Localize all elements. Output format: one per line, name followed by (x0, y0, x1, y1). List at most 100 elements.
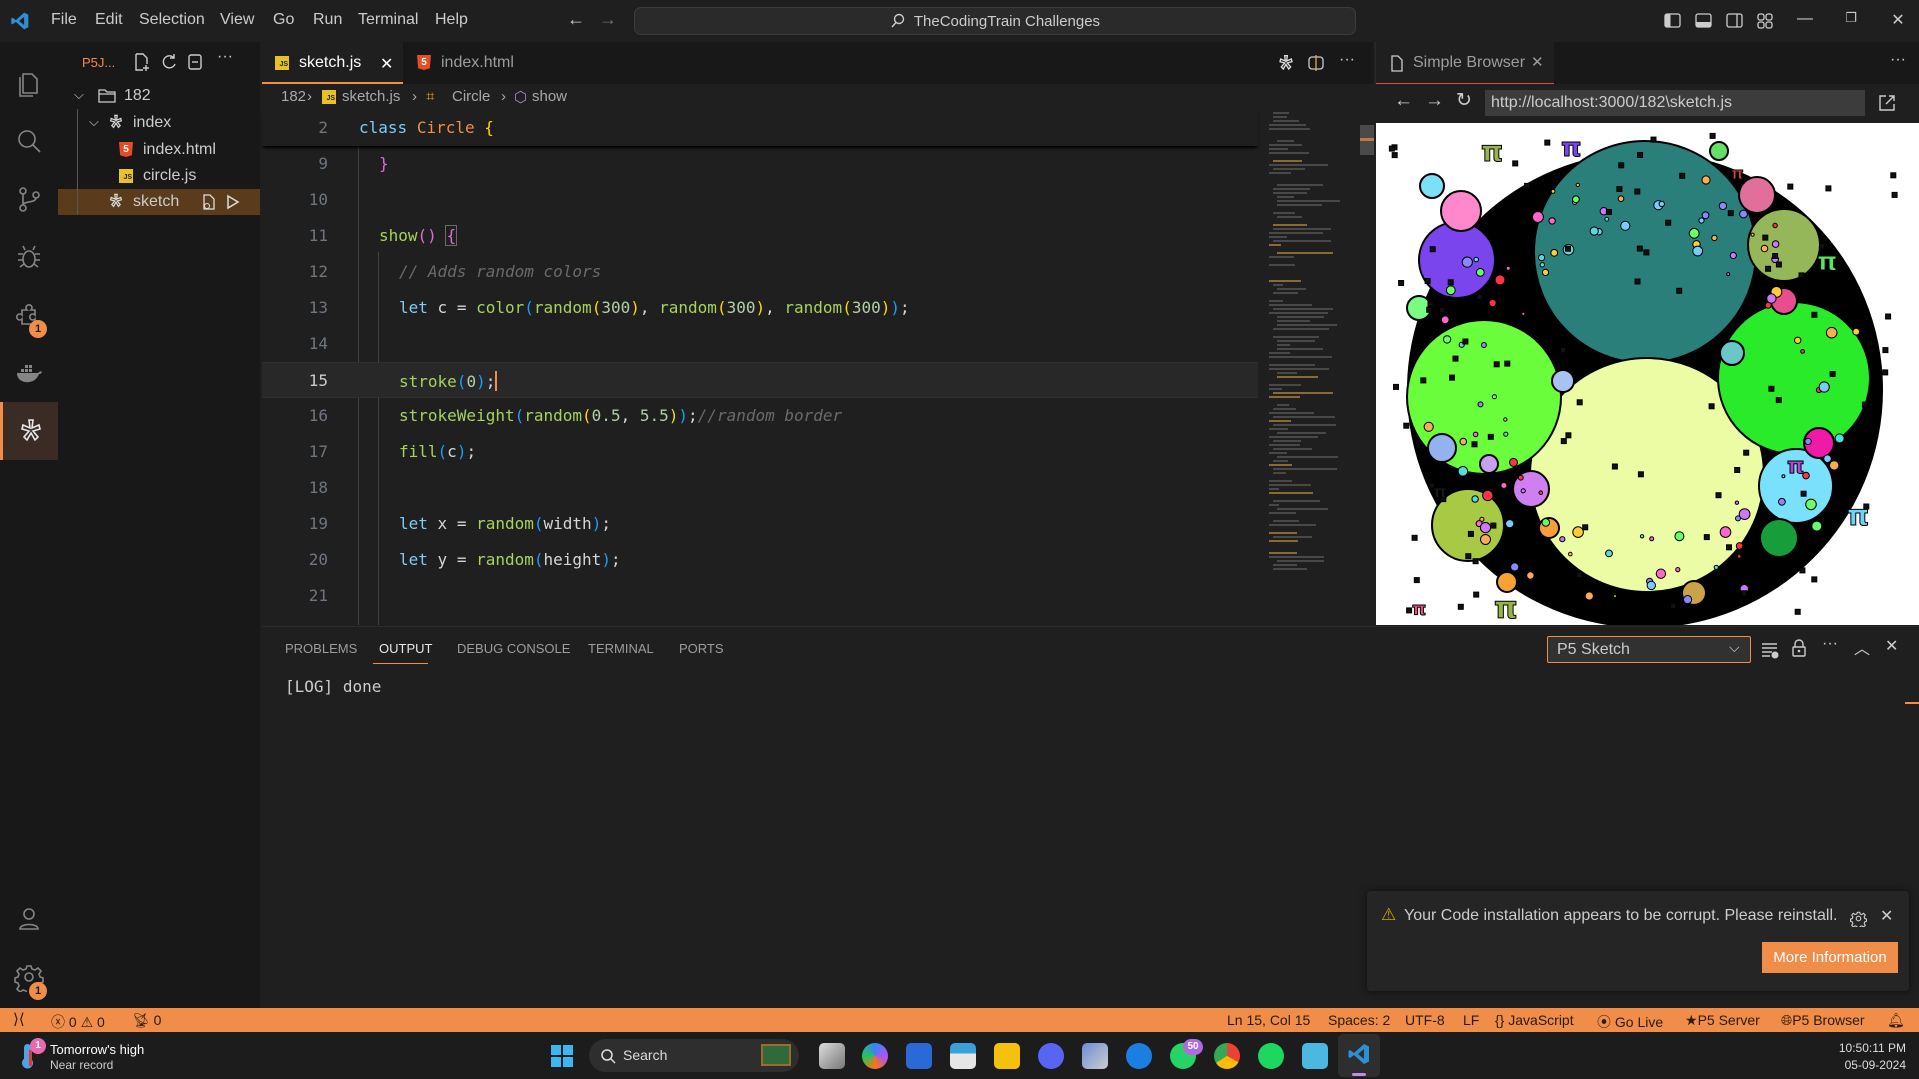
activity-extensions[interactable]: 1 (0, 286, 58, 344)
output-channel-select[interactable]: P5 Sketch ⌵ (1547, 636, 1751, 663)
tree-project-index[interactable]: ⌵ index (58, 110, 260, 136)
taskbar-search[interactable]: Search (589, 1039, 799, 1072)
menu-terminal[interactable]: Terminal (358, 11, 418, 29)
menu-selection[interactable]: Selection (139, 11, 205, 29)
new-file-icon[interactable] (131, 51, 153, 73)
cursor-position[interactable]: Ln 15, Col 15 (1227, 1012, 1310, 1028)
windows-start-icon[interactable] (551, 1045, 573, 1067)
language-mode[interactable]: {} JavaScript (1495, 1012, 1574, 1028)
problems-status[interactable]: ⓧ 0 ⚠ 0 (51, 1012, 105, 1032)
activity-accounts[interactable] (0, 890, 58, 948)
browser-reload-icon[interactable]: ↻ (1456, 89, 1472, 112)
breadcrumb-folder[interactable]: 182 (281, 88, 306, 105)
code-line[interactable]: 11 show() { (262, 218, 1258, 254)
code-editor[interactable]: 2 class Circle { 9 } 10 11 show() { 12 /… (262, 110, 1373, 625)
menu-view[interactable]: View (220, 11, 254, 29)
code-line[interactable]: 13 let c = color(random(300), random(300… (262, 290, 1258, 326)
restore-icon[interactable]: ❐ (1841, 10, 1861, 30)
menu-help[interactable]: Help (435, 11, 468, 29)
close-notification-icon[interactable]: ✕ (1880, 906, 1893, 926)
go-live-button[interactable]: ⦿ Go Live (1597, 1012, 1663, 1032)
printer-icon[interactable] (950, 1043, 976, 1069)
notifications-bell-icon[interactable]: 🔔︎ (1887, 1012, 1905, 1029)
collapse-all-icon[interactable] (185, 51, 207, 73)
clear-output-icon[interactable] (1760, 641, 1780, 659)
activity-search[interactable] (0, 112, 58, 170)
code-line[interactable]: 12 // Adds random colors (262, 254, 1258, 290)
run-sketch-icon[interactable] (226, 194, 240, 210)
nav-forward-icon[interactable]: → (599, 9, 617, 30)
p5-run-icon[interactable] (1276, 53, 1296, 73)
code-line-current[interactable]: 15 stroke(0); (262, 362, 1258, 398)
breadcrumb-file[interactable]: sketch.js (342, 88, 400, 105)
code-line[interactable]: 19 let x = random(width); (262, 506, 1258, 542)
weather-widget[interactable]: 1 Tomorrow's high Near record (20, 1038, 144, 1075)
browser-url-input[interactable] (1485, 90, 1865, 116)
panel-tab-output[interactable]: OUTPUT (379, 641, 432, 656)
task-view-icon[interactable] (819, 1043, 845, 1069)
code-line[interactable]: 14 (262, 326, 1258, 362)
minimize-icon[interactable]: — (1795, 10, 1815, 30)
menu-go[interactable]: Go (273, 11, 294, 29)
copilot-icon[interactable] (862, 1043, 888, 1069)
panel-tab-problems[interactable]: PROBLEMS (285, 641, 357, 656)
tab-sketch-js[interactable]: JS sketch.js ✕ (262, 42, 403, 84)
code-line[interactable]: 18 (262, 470, 1258, 506)
close-panel-icon[interactable]: ✕ (1885, 636, 1898, 656)
menu-file[interactable]: File (51, 11, 77, 29)
ports-status[interactable]: 📡︎ 0 (132, 1012, 161, 1029)
nav-back-icon[interactable]: ← (567, 9, 585, 30)
panel-tab-ports[interactable]: PORTS (679, 641, 724, 656)
open-external-icon[interactable] (1878, 94, 1896, 112)
activity-source-control[interactable] (0, 170, 58, 228)
activity-manage[interactable]: 1 (0, 948, 58, 1006)
sticky-notes-icon[interactable] (994, 1043, 1020, 1069)
encoding[interactable]: UTF-8 (1405, 1012, 1445, 1028)
system-clock[interactable]: 10:50:11 PM 05-09-2024 (1826, 1041, 1906, 1072)
close-tab-icon[interactable]: ✕ (380, 54, 393, 74)
code-line[interactable]: 10 (262, 182, 1258, 218)
tree-file-index-html[interactable]: 5 index.html (58, 137, 260, 163)
chrome-icon[interactable] (1214, 1043, 1240, 1069)
end-of-line[interactable]: LF (1463, 1012, 1479, 1028)
tab-simple-browser[interactable]: Simple Browser ✕ (1376, 42, 1554, 84)
toggle-secondary-sidebar-icon[interactable] (1726, 13, 1743, 28)
menu-edit[interactable]: Edit (95, 11, 123, 29)
refresh-icon[interactable] (158, 51, 180, 73)
browser-forward-icon[interactable]: → (1425, 90, 1444, 112)
more-actions-icon[interactable]: ··· (214, 48, 236, 70)
minimap[interactable] (1265, 110, 1360, 570)
p5-server-button[interactable]: ★P5 Server (1685, 1012, 1760, 1029)
editor-scrollbar-thumb[interactable] (1360, 125, 1374, 155)
panel-tab-terminal[interactable]: TERMINAL (588, 641, 654, 656)
vscode-taskbar-button[interactable] (1338, 1034, 1380, 1077)
panel-more-actions-icon[interactable]: ··· (1822, 635, 1838, 653)
network-app-icon[interactable] (1082, 1043, 1108, 1069)
code-line[interactable]: 16 strokeWeight(random(0.5, 5.5));//rand… (262, 398, 1258, 434)
tab-index-html[interactable]: 5 index.html (403, 42, 543, 84)
toggle-primary-sidebar-icon[interactable] (1664, 13, 1681, 28)
indentation[interactable]: Spaces: 2 (1328, 1012, 1390, 1028)
close-window-icon[interactable]: ✕ (1888, 10, 1908, 30)
menu-run[interactable]: Run (313, 11, 342, 29)
more-information-button[interactable]: More Information (1762, 942, 1898, 973)
tree-folder-182[interactable]: ⌵ 182 (58, 83, 260, 109)
editor-more-actions-icon[interactable]: ··· (1339, 51, 1355, 69)
p5-browser-button[interactable]: 🌐︎P5 Browser (1781, 1012, 1865, 1029)
close-tab-icon[interactable]: ✕ (1531, 53, 1544, 71)
discord-icon[interactable] (1038, 1043, 1064, 1069)
panel-tab-debug-console[interactable]: DEBUG CONSOLE (457, 641, 570, 656)
sticky-scroll-line[interactable]: 2 class Circle { (262, 110, 1258, 146)
activity-p5js[interactable] (0, 402, 58, 460)
tree-file-circle-js[interactable]: JS circle.js (58, 163, 260, 189)
notepad-icon[interactable] (1302, 1043, 1328, 1069)
lock-scroll-icon[interactable] (1791, 638, 1807, 658)
maximize-panel-icon[interactable]: ︿ (1854, 635, 1870, 659)
bluetooth-icon[interactable] (1126, 1043, 1152, 1069)
scanner-app-icon[interactable] (906, 1043, 932, 1069)
open-sketch-file-icon[interactable] (201, 193, 217, 211)
customize-layout-icon[interactable] (1757, 13, 1773, 29)
activity-docker[interactable] (0, 344, 58, 402)
activity-run-debug[interactable] (0, 228, 58, 286)
code-line[interactable]: 21 (262, 578, 1258, 614)
